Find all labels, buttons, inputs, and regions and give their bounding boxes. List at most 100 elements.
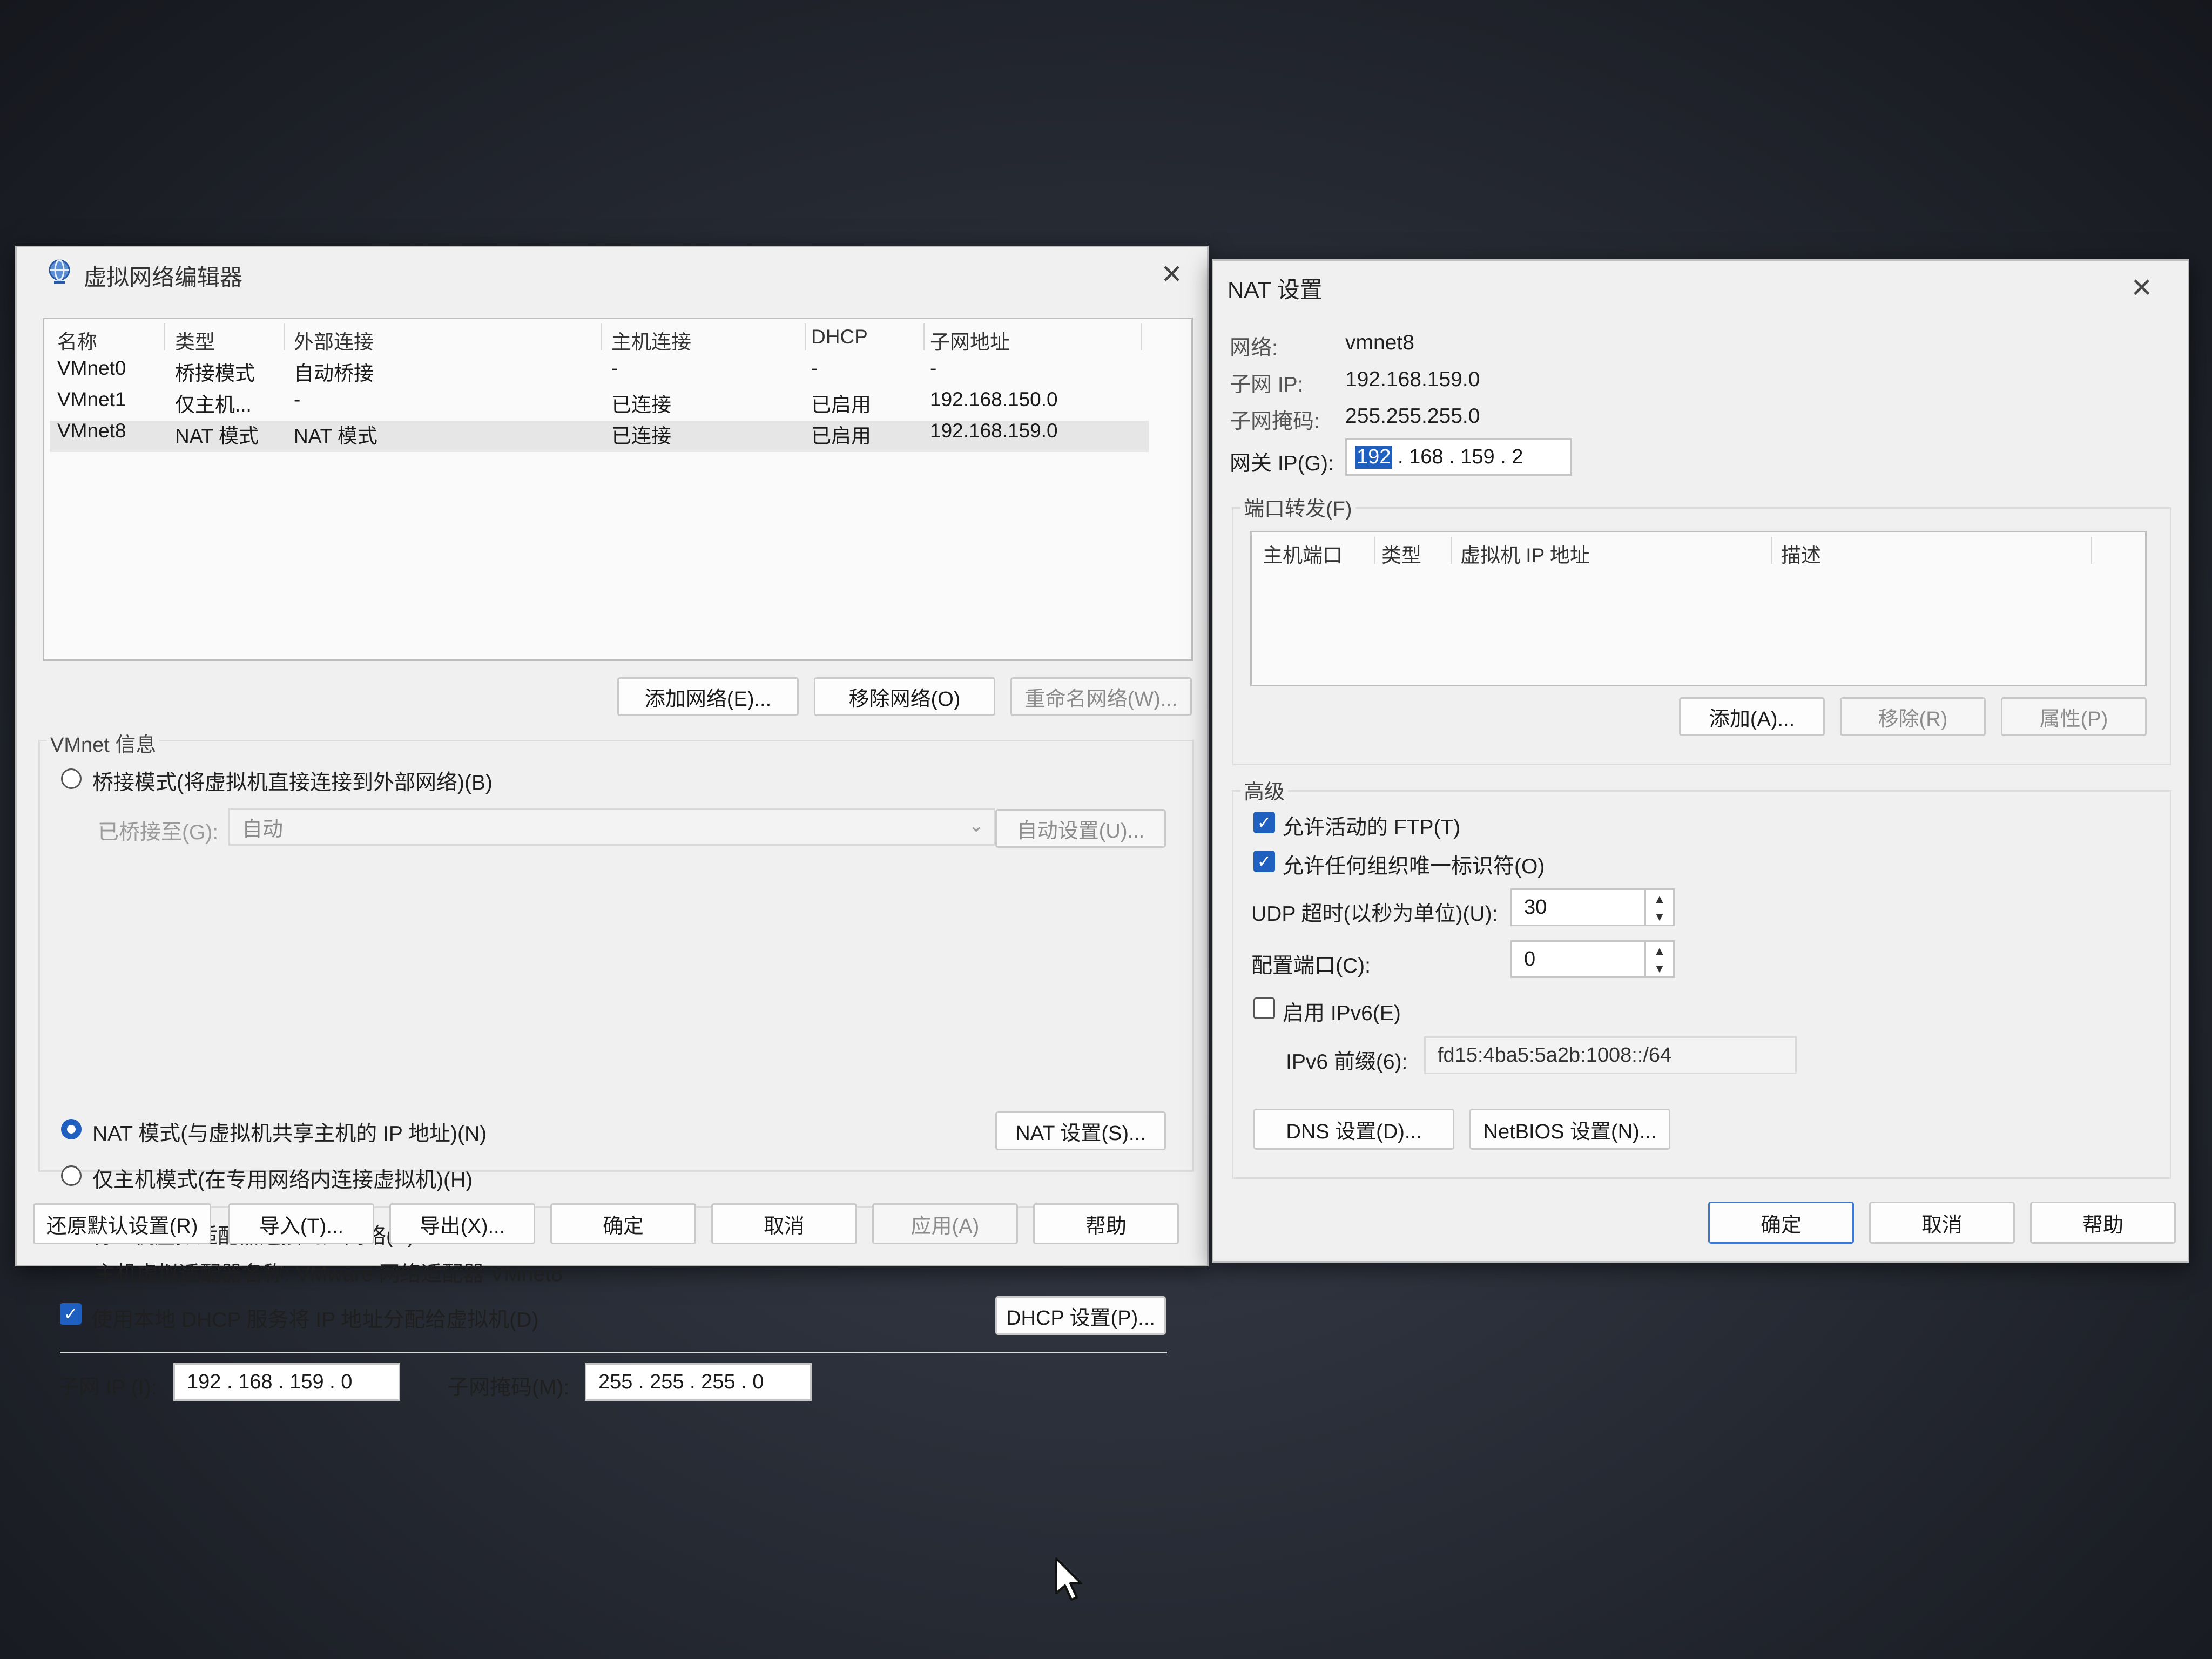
table-cell: 已连接 xyxy=(611,394,671,416)
ok-button[interactable]: 确定 xyxy=(550,1203,696,1244)
column-header-vm-ip[interactable]: 虚拟机 IP 地址 xyxy=(1460,539,1590,568)
allow-ftp-checkbox[interactable]: ✓ xyxy=(1253,812,1275,833)
allow-oui-checkbox[interactable]: ✓ xyxy=(1253,851,1275,872)
cancel-button[interactable]: 取消 xyxy=(711,1203,857,1244)
dns-settings-button[interactable]: DNS 设置(D)... xyxy=(1253,1109,1454,1150)
column-divider xyxy=(601,323,602,350)
host-only-radio[interactable] xyxy=(61,1165,82,1186)
bridge-mode-radio[interactable] xyxy=(61,768,82,789)
close-icon[interactable]: × xyxy=(1162,256,1182,291)
help-button[interactable]: 帮助 xyxy=(1033,1203,1179,1244)
ip-octet: 159 xyxy=(289,1370,324,1393)
apply-button[interactable]: 应用(A) xyxy=(872,1203,1018,1244)
restore-defaults-button[interactable]: 还原默认设置(R) xyxy=(33,1203,211,1244)
network-globe-icon xyxy=(45,257,74,286)
ipv6-prefix-input[interactable]: fd15:4ba5:5a2b:1008::/64 xyxy=(1424,1036,1797,1074)
ipv6-prefix-value: fd15:4ba5:5a2b:1008::/64 xyxy=(1438,1043,1672,1067)
subnet-mask-value: 255.255.255.0 xyxy=(1345,404,1480,428)
column-divider xyxy=(164,323,165,350)
ip-octet: 192 xyxy=(187,1370,221,1393)
network-table[interactable]: 名称 类型 外部连接 主机连接 DHCP 子网地址 VMnet0 桥接模式 自动… xyxy=(43,318,1193,661)
nat-settings-window: NAT 设置 × 网络: vmnet8 子网 IP: 192.168.159.0… xyxy=(1212,259,2189,1263)
table-cell: 已连接 xyxy=(611,425,671,447)
subnet-ip-field[interactable]: 192 . 168 . 159 . 0 xyxy=(173,1363,400,1401)
advanced-legend: 高级 xyxy=(1240,775,1289,805)
column-header-dhcp[interactable]: DHCP xyxy=(811,326,868,348)
host-only-label[interactable]: 仅主机模式(在专用网络内连接虚拟机)(H) xyxy=(92,1163,473,1193)
nat-mode-label[interactable]: NAT 模式(与虚拟机共享主机的 IP 地址)(N) xyxy=(92,1117,487,1147)
cancel-button[interactable]: 取消 xyxy=(1869,1202,2015,1244)
auto-settings-button[interactable]: 自动设置(U)... xyxy=(995,809,1166,848)
table-cell: 192.168.159.0 xyxy=(930,420,1058,442)
allow-ftp-label[interactable]: 允许活动的 FTP(T) xyxy=(1283,811,1460,841)
table-cell: NAT 模式 xyxy=(175,425,259,447)
ip-octet: 0 xyxy=(341,1370,353,1393)
rename-network-button[interactable]: 重命名网络(W)... xyxy=(1010,677,1192,716)
close-icon[interactable]: × xyxy=(2132,269,2152,304)
use-dhcp-checkbox[interactable]: ✓ xyxy=(60,1303,82,1325)
pf-add-button[interactable]: 添加(A)... xyxy=(1679,697,1825,736)
pf-remove-button[interactable]: 移除(R) xyxy=(1840,697,1986,736)
column-header-host[interactable]: 主机连接 xyxy=(611,326,691,355)
port-forwarding-table[interactable]: 主机端口 类型 虚拟机 IP 地址 描述 xyxy=(1250,531,2147,686)
nat-mode-radio[interactable] xyxy=(61,1119,82,1139)
ip-octet: 255 xyxy=(650,1370,684,1393)
mouse-cursor-icon xyxy=(1054,1556,1084,1606)
help-button[interactable]: 帮助 xyxy=(2030,1202,2176,1244)
config-port-value: 0 xyxy=(1524,947,1536,970)
subnet-mask-field[interactable]: 255 . 255 . 255 . 0 xyxy=(585,1363,812,1401)
column-divider xyxy=(1451,537,1452,564)
udp-timeout-input[interactable]: 30 xyxy=(1510,888,1645,926)
table-cell[interactable]: VMnet1 xyxy=(57,388,126,411)
adapter-name-text: 主机虚拟适配器名称: VMware 网络适配器 VMnet8 xyxy=(95,1263,563,1286)
column-divider xyxy=(284,323,285,350)
config-port-input[interactable]: 0 xyxy=(1510,940,1645,978)
enable-ipv6-checkbox[interactable] xyxy=(1253,997,1275,1019)
bridged-to-label: 已桥接至(G): xyxy=(98,821,219,844)
ip-octet: 0 xyxy=(752,1370,764,1393)
pf-properties-button[interactable]: 属性(P) xyxy=(2001,697,2147,736)
bridge-mode-label[interactable]: 桥接模式(将虚拟机直接连接到外部网络)(B) xyxy=(92,766,493,796)
import-button[interactable]: 导入(T)... xyxy=(228,1203,374,1244)
ip-octet: 2 xyxy=(1512,445,1523,468)
column-header-subnet[interactable]: 子网地址 xyxy=(930,326,1010,355)
netbios-settings-button[interactable]: NetBIOS 设置(N)... xyxy=(1469,1109,1670,1150)
export-button[interactable]: 导出(X)... xyxy=(389,1203,535,1244)
column-header-host-port[interactable]: 主机端口 xyxy=(1263,539,1343,568)
table-cell: 仅主机... xyxy=(175,394,252,416)
column-header-name[interactable]: 名称 xyxy=(57,326,97,355)
column-divider xyxy=(2091,537,2092,564)
window-title: NAT 设置 xyxy=(1228,277,1323,302)
add-network-button[interactable]: 添加网络(E)... xyxy=(617,677,799,716)
gateway-label: 网关 IP(G): xyxy=(1230,452,1334,475)
ok-button[interactable]: 确定 xyxy=(1708,1202,1854,1244)
column-header-type[interactable]: 类型 xyxy=(175,326,215,355)
table-cell: 192.168.150.0 xyxy=(930,388,1058,410)
column-header-description[interactable]: 描述 xyxy=(1781,539,1821,568)
config-port-stepper[interactable]: ▲ ▼ xyxy=(1644,940,1675,978)
allow-oui-label[interactable]: 允许任何组织唯一标识符(O) xyxy=(1283,849,1545,880)
bridged-to-select[interactable]: 自动 ⌄ xyxy=(228,808,995,846)
ip-octet: 159 xyxy=(1460,445,1495,468)
table-cell: - xyxy=(811,357,818,379)
enable-ipv6-label[interactable]: 启用 IPv6(E) xyxy=(1283,996,1401,1027)
vmnet-info-legend: VMnet 信息 xyxy=(47,728,160,758)
column-divider xyxy=(1141,323,1142,350)
use-dhcp-label[interactable]: 使用本地 DHCP 服务将 IP 地址分配给虚拟机(D) xyxy=(91,1303,538,1333)
network-value: vmnet8 xyxy=(1345,331,1414,354)
column-divider xyxy=(1771,537,1772,564)
column-header-external[interactable]: 外部连接 xyxy=(294,326,374,355)
nat-settings-button[interactable]: NAT 设置(S)... xyxy=(995,1111,1166,1150)
ipv6-prefix-label: IPv6 前缀(6): xyxy=(1286,1050,1408,1074)
table-cell: - xyxy=(611,357,618,379)
remove-network-button[interactable]: 移除网络(O) xyxy=(814,677,995,716)
gateway-ip-field[interactable]: 192 . 168 . 159 . 2 xyxy=(1345,438,1572,476)
table-cell[interactable]: VMnet0 xyxy=(57,357,126,380)
column-divider xyxy=(805,323,806,350)
table-cell[interactable]: VMnet8 xyxy=(57,420,126,442)
column-divider xyxy=(1374,537,1375,564)
column-header-type[interactable]: 类型 xyxy=(1381,539,1421,568)
config-port-label: 配置端口(C): xyxy=(1251,954,1371,977)
dhcp-settings-button[interactable]: DHCP 设置(P)... xyxy=(995,1296,1166,1335)
udp-timeout-stepper[interactable]: ▲ ▼ xyxy=(1644,888,1675,926)
